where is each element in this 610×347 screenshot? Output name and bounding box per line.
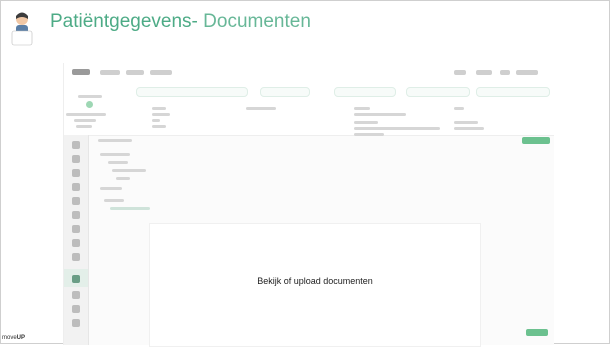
- tree-folder[interactable]: [100, 187, 122, 190]
- info-tab[interactable]: [476, 87, 550, 97]
- page-title-sub: Documenten: [197, 11, 311, 32]
- brand-suffix: UP: [16, 335, 26, 341]
- info-value: [152, 113, 170, 116]
- sidebar-icon[interactable]: [72, 141, 80, 149]
- action-button[interactable]: [526, 329, 548, 336]
- user-menu[interactable]: [516, 70, 538, 75]
- section-title: [98, 139, 132, 142]
- page-title: Patiëntgegevens- Documenten: [50, 11, 311, 33]
- info-tab[interactable]: [406, 87, 470, 97]
- document-viewer: Bekijk of upload documenten: [149, 223, 481, 347]
- section-header: [96, 137, 246, 145]
- info-value: [152, 125, 166, 128]
- info-value: [454, 107, 464, 110]
- tree-item-selected[interactable]: [110, 207, 150, 210]
- patient-infobar: [64, 83, 554, 136]
- patient-name: [66, 113, 106, 116]
- brand-prefix: move: [2, 335, 17, 341]
- info-value: [354, 107, 370, 110]
- topbar-item[interactable]: [454, 70, 466, 75]
- info-value: [354, 113, 406, 116]
- status-indicator: [86, 101, 93, 108]
- sidebar-icon[interactable]: [72, 169, 80, 177]
- app-logo: [72, 69, 90, 75]
- sidebar-icon[interactable]: [72, 239, 80, 247]
- sidebar-icon[interactable]: [72, 183, 80, 191]
- info-value: [354, 127, 440, 130]
- sidebar-icon[interactable]: [72, 197, 80, 205]
- viewer-message: Bekijk of upload documenten: [257, 276, 373, 286]
- tree-folder[interactable]: [104, 199, 124, 202]
- documents-icon[interactable]: [72, 275, 80, 283]
- sidebar-icon[interactable]: [72, 211, 80, 219]
- tree-item[interactable]: [108, 161, 128, 164]
- sidebar-icon[interactable]: [72, 225, 80, 233]
- document-tree: [100, 153, 220, 223]
- upload-button[interactable]: [522, 137, 550, 144]
- info-value: [354, 133, 384, 136]
- info-value: [454, 121, 478, 124]
- info-tab[interactable]: [334, 87, 396, 97]
- info-tab[interactable]: [260, 87, 310, 97]
- topbar-item[interactable]: [476, 70, 492, 75]
- patient-field: [74, 119, 96, 122]
- sidebar-icon[interactable]: [72, 319, 80, 327]
- info-value: [152, 107, 166, 110]
- topbar-item[interactable]: [150, 70, 172, 75]
- info-value: [152, 119, 160, 122]
- sidebar-icon[interactable]: [72, 291, 80, 299]
- info-value: [354, 121, 378, 124]
- tree-folder[interactable]: [100, 153, 130, 156]
- app-topbar: [64, 63, 554, 84]
- info-tab[interactable]: [136, 87, 248, 97]
- sidebar-icon[interactable]: [72, 155, 80, 163]
- patient-field: [76, 125, 92, 128]
- patient-field: [78, 95, 102, 98]
- topbar-item[interactable]: [100, 70, 120, 75]
- info-value: [454, 127, 484, 130]
- info-value: [246, 107, 276, 110]
- moveup-logo: moveUP: [2, 335, 25, 341]
- app-sidebar: [64, 135, 89, 345]
- app-screenshot: Bekijk of upload documenten: [63, 63, 554, 347]
- page-title-main: Patiëntgegevens-: [50, 11, 198, 32]
- sidebar-icon[interactable]: [72, 253, 80, 261]
- topbar-item[interactable]: [500, 70, 510, 75]
- sidebar-icon[interactable]: [72, 305, 80, 313]
- topbar-item[interactable]: [126, 70, 144, 75]
- doctor-avatar-icon: [11, 12, 33, 46]
- tree-item[interactable]: [116, 177, 130, 180]
- tree-item[interactable]: [112, 169, 146, 172]
